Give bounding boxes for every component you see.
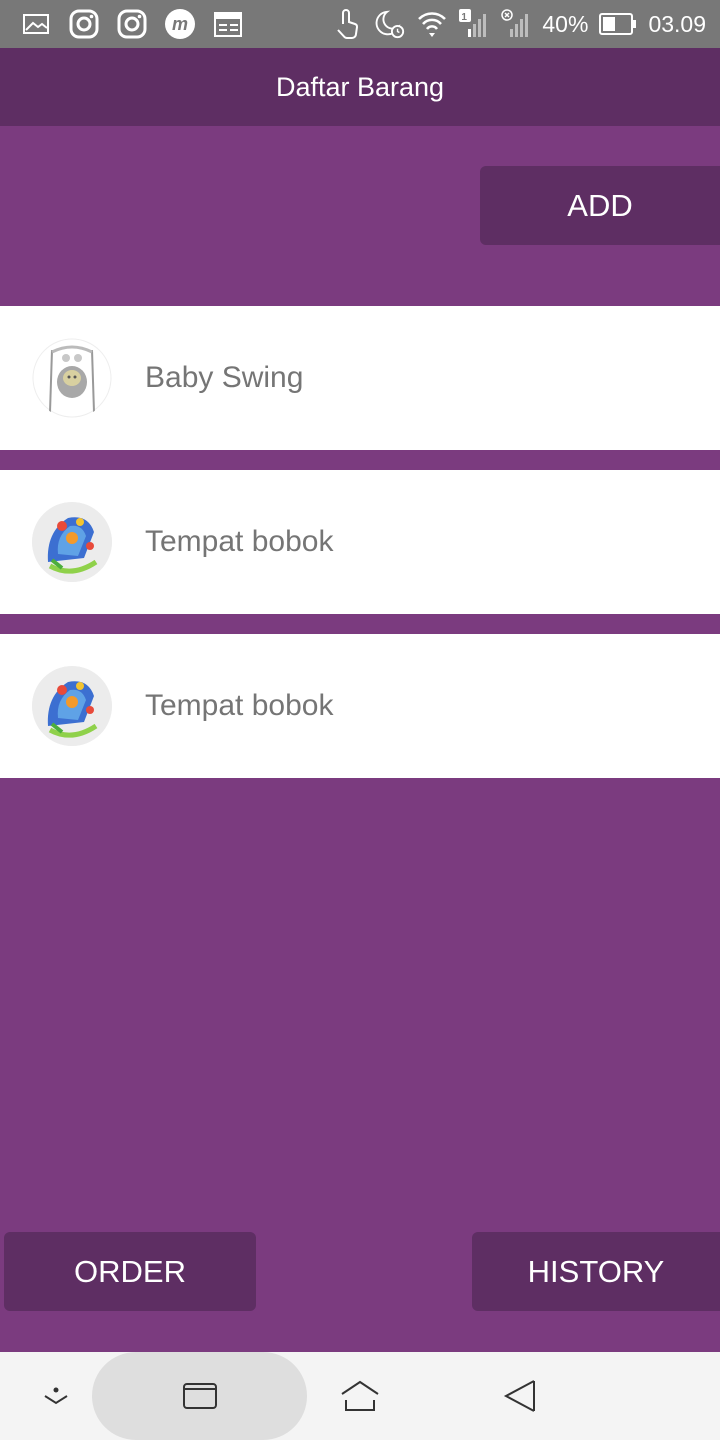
recent-apps-icon[interactable] <box>178 1374 222 1418</box>
history-button-label: HISTORY <box>527 1253 665 1289</box>
list-item[interactable]: Tempat bobok <box>0 634 720 778</box>
add-button-label: ADD <box>567 187 633 223</box>
history-button[interactable]: HISTORY <box>472 1232 720 1311</box>
signal-off-icon <box>500 8 532 40</box>
baby-bouncer-image <box>32 666 112 746</box>
page-title: Daftar Barang <box>275 71 445 102</box>
notification-icons: m <box>20 8 244 40</box>
home-icon[interactable] <box>338 1374 382 1418</box>
instagram-icon <box>116 8 148 40</box>
item-name: Tempat bobok <box>145 689 334 722</box>
svg-text:m: m <box>172 14 188 34</box>
list-item[interactable]: Tempat bobok <box>0 470 720 614</box>
sim-badge: 1 <box>461 12 467 23</box>
item-name: Tempat bobok <box>145 525 334 558</box>
m-app-icon: m <box>164 8 196 40</box>
status-bar: m 1 40% 03.09 <box>0 0 720 48</box>
add-button[interactable]: ADD <box>480 166 720 245</box>
clock: 03.09 <box>648 10 706 37</box>
signal-icon: 1 <box>458 8 490 40</box>
battery-icon <box>598 8 638 40</box>
baby-bouncer-image <box>32 502 112 582</box>
touch-icon <box>332 8 364 40</box>
order-button-label: ORDER <box>74 1253 186 1289</box>
moon-alarm-icon <box>374 8 406 40</box>
gallery-icon <box>20 8 52 40</box>
item-name: Baby Swing <box>145 361 304 394</box>
calendar-icon <box>212 8 244 40</box>
app-bar: Daftar Barang <box>0 48 720 126</box>
system-status: 1 40% 03.09 <box>332 6 706 42</box>
list-item[interactable]: Baby Swing <box>0 306 720 450</box>
battery-percent: 40% <box>542 10 589 37</box>
instagram-icon <box>68 8 100 40</box>
wifi-icon <box>416 8 448 40</box>
back-icon[interactable] <box>498 1374 542 1418</box>
navigation-bar <box>0 1352 720 1440</box>
order-button[interactable]: ORDER <box>4 1232 256 1311</box>
baby-swing-image <box>32 338 112 418</box>
collapse-icon[interactable] <box>34 1374 78 1418</box>
